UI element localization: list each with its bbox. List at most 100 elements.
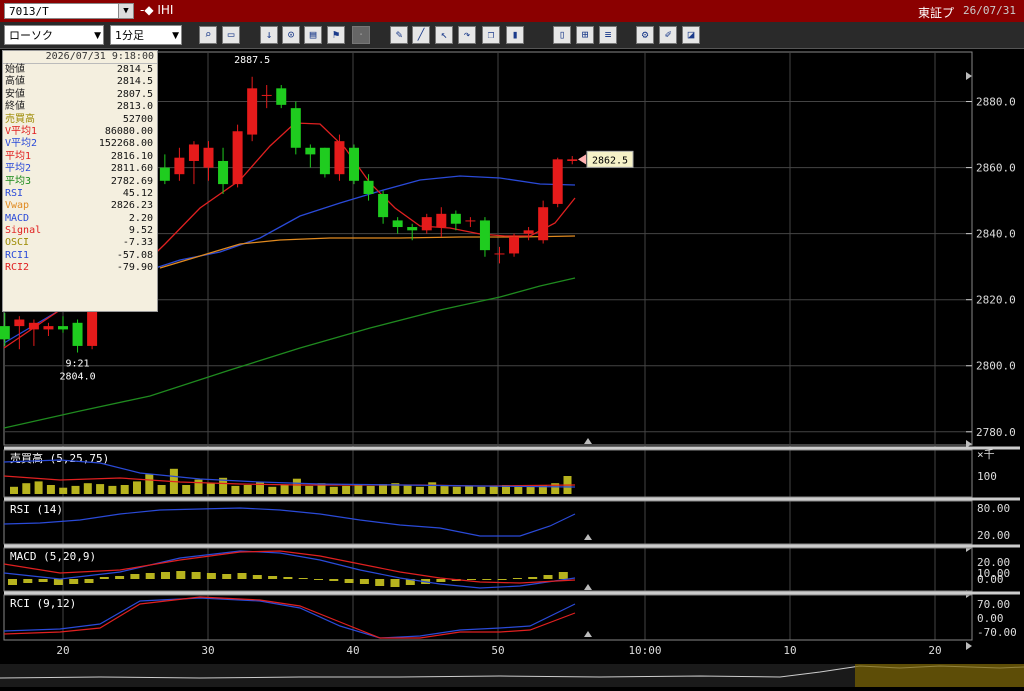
y-tick-label: 100: [977, 470, 997, 483]
rsi-line: [3, 507, 576, 537]
zoom-icon[interactable]: ⌕: [199, 26, 217, 44]
macd-hist-bar: [53, 579, 63, 585]
y-tick-label: 2860.0: [976, 162, 1016, 175]
volume-bar: [292, 478, 301, 494]
info-value: 2813.0: [116, 101, 153, 113]
flag-icon[interactable]: ⚑: [327, 26, 345, 44]
volume-bar: [10, 486, 18, 494]
macd-hist-bar: [512, 578, 522, 579]
sub-panel-frame: [3, 594, 973, 641]
candle-body: [392, 220, 403, 228]
info-row: 平均1 2816.10: [3, 151, 157, 163]
sub-panel-frame: [3, 500, 973, 545]
scroll-triangle-icon[interactable]: [966, 642, 972, 650]
volume-bar: [415, 486, 424, 494]
all-icon[interactable]: ≡: [599, 26, 617, 44]
volume-bar: [157, 485, 166, 494]
info-label: RSI: [5, 187, 24, 199]
macd-hist-bar: [69, 579, 79, 584]
candle-body: [450, 213, 461, 224]
volume-bar: [133, 481, 141, 494]
copy-icon[interactable]: ❐: [482, 26, 500, 44]
panel-title: RCI (9,12): [10, 597, 76, 610]
info-row: Vwap 2826.23: [3, 200, 157, 212]
scroll-triangle-icon[interactable]: [966, 72, 972, 80]
candle-body: [203, 147, 214, 168]
y-tick-label: -70.00: [977, 626, 1017, 639]
candle-body: [465, 220, 476, 222]
candle-body: [349, 147, 359, 181]
window-icon[interactable]: ▭: [222, 26, 240, 44]
chevron-down-icon[interactable]: ▼: [118, 4, 133, 18]
search-icon[interactable]: ⊙: [282, 26, 300, 44]
macd-hist-bar: [558, 572, 568, 579]
macd-hist-bar: [115, 576, 125, 579]
info-label: Vwap: [5, 200, 30, 212]
symbol-value: 7013/T: [9, 5, 49, 18]
panel-triangle-icon[interactable]: [584, 631, 592, 637]
volume-bar: [280, 485, 289, 494]
x-tick-label: 10: [783, 644, 796, 657]
chevron-down-icon: ▼: [94, 31, 101, 41]
panel-triangle-icon[interactable]: [584, 584, 592, 590]
info-value: 2826.23: [110, 200, 153, 212]
macd-hist-bar: [99, 577, 109, 579]
candle-body: [218, 160, 229, 185]
macd-hist-bar: [543, 575, 553, 579]
candle-body: [0, 326, 10, 340]
last-price-arrow-icon: [578, 154, 586, 165]
info-row: RCI2 -79.90: [3, 262, 157, 274]
macd-hist-bar: [359, 579, 369, 584]
macd-hist-bar: [314, 579, 323, 580]
volume-bar: [514, 485, 523, 494]
annotation-label: 9:21: [66, 359, 90, 370]
info-row: OSCI -7.33: [3, 237, 157, 249]
x-tick-label: 50: [491, 644, 504, 657]
line-icon[interactable]: ╱: [412, 26, 430, 44]
pen-icon[interactable]: ✎: [390, 26, 408, 44]
volume-bar: [83, 483, 92, 494]
trash-icon[interactable]: ▮: [506, 26, 524, 44]
info-row: V平均2 152268.00: [3, 138, 157, 150]
candle-body: [232, 131, 243, 185]
ohlc-icon[interactable]: ⊞: [576, 26, 594, 44]
candle-body: [290, 108, 301, 148]
volume-bar: [71, 485, 80, 494]
navigator-window[interactable]: [855, 664, 1024, 687]
brush-icon[interactable]: ✐: [659, 26, 677, 44]
chart-icon[interactable]: ▤: [304, 26, 322, 44]
volume-bar: [59, 487, 68, 494]
candle-body: [509, 236, 520, 254]
volume-bar: [120, 485, 129, 494]
candle-body: [334, 141, 345, 175]
candle-body: [407, 227, 418, 231]
symbol-input[interactable]: 7013/T ▼: [4, 3, 134, 19]
disabled-icon[interactable]: ·: [352, 26, 370, 44]
y-tick-label: 20.00: [977, 529, 1010, 542]
interval-select[interactable]: 1分足 ▼: [110, 25, 182, 45]
candle-body: [159, 167, 170, 181]
chart-type-select[interactable]: ローソク ▼: [4, 25, 104, 45]
info-label: V平均2: [5, 138, 38, 150]
panel-triangle-icon[interactable]: [584, 534, 592, 540]
volume-bar: [268, 486, 277, 494]
redo-icon[interactable]: ↷: [458, 26, 476, 44]
candle-body: [494, 253, 505, 255]
candle-body: [87, 309, 98, 346]
info-row: 売買高 52700: [3, 114, 157, 126]
candle-body: [479, 220, 490, 251]
info-value: 2.20: [128, 212, 153, 224]
cursor-icon[interactable]: ↖: [435, 26, 453, 44]
info-row: Signal 9.52: [3, 225, 157, 237]
gear-icon[interactable]: ⚙: [636, 26, 654, 44]
arrow-down-icon[interactable]: ↓: [260, 26, 278, 44]
macd-hist-bar: [161, 572, 170, 579]
volume-bar: [489, 485, 498, 494]
color-icon[interactable]: ◪: [682, 26, 700, 44]
panel-triangle-icon[interactable]: [584, 438, 592, 444]
info-value: 2816.10: [110, 150, 153, 162]
macd-hist-bar: [191, 572, 201, 579]
info-value: -79.90: [116, 262, 153, 274]
bars-icon[interactable]: ▯: [553, 26, 571, 44]
info-row: 始値 2814.5: [3, 64, 157, 76]
